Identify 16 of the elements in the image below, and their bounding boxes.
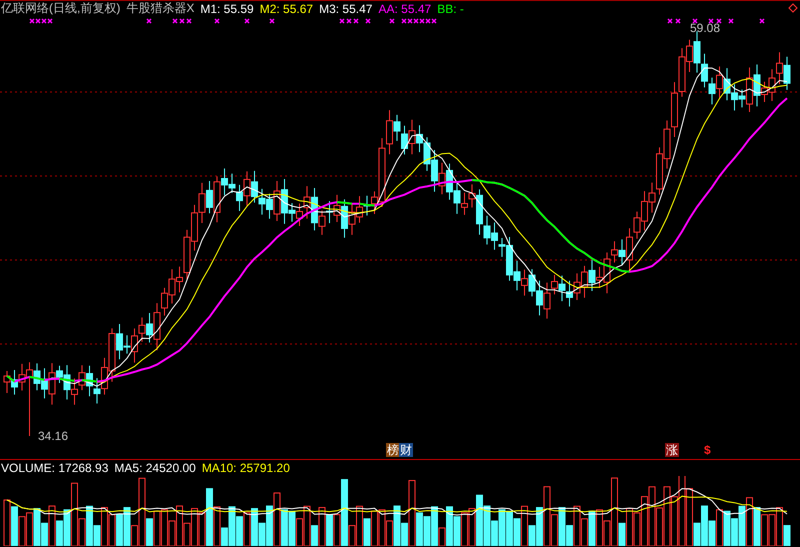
indicator-value: AA: 55.47: [378, 2, 432, 16]
signal-badge: 涨: [665, 443, 679, 457]
signal-badge: 榜: [386, 443, 400, 457]
signal-symbol: $: [703, 443, 712, 457]
indicator-name: 牛股猎杀器X: [126, 0, 194, 17]
stock-title: 亿联网络(日线,前复权): [1, 0, 120, 17]
signal-badge: 财: [399, 443, 413, 457]
indicator-value: BB: -: [437, 2, 464, 16]
volume-value: MA5: 24520.00: [114, 461, 196, 475]
indicator-value: M3: 55.47: [319, 2, 372, 16]
indicator-value: M2: 55.67: [260, 2, 314, 16]
volume-value: VOLUME: 17268.93: [1, 461, 108, 475]
high-price-label: 59.08: [690, 21, 720, 35]
low-price-label: 34.16: [38, 429, 68, 441]
volume-value: MA10: 25791.20: [202, 461, 290, 475]
indicator-value: M1: 55.59: [200, 2, 254, 16]
